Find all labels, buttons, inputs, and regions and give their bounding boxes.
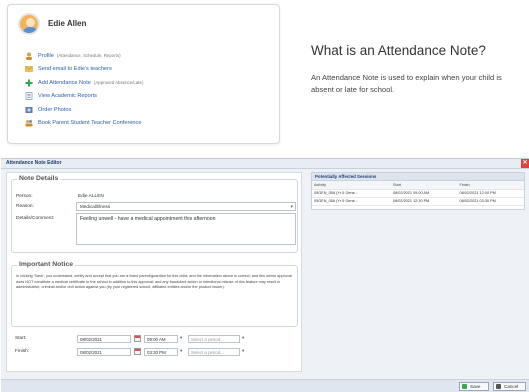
comment-label: Details/Comment:	[16, 216, 55, 221]
profile-menu: Profile (Attendance, Schedule, Reports) …	[25, 49, 275, 130]
student-profile-card: Edie Allen Profile (Attendance, Schedule…	[7, 4, 280, 144]
affected-sessions-panel: Potentially Affected Sessions Activity S…	[311, 172, 525, 210]
table-row[interactable]: 05GEN_05A (Yr 5 Gene... 08/02/2021 12:30…	[312, 197, 524, 206]
finish-label: Finish:	[15, 349, 30, 354]
table-cell: 08/02/2021 09:00 AM	[391, 189, 458, 198]
table-row[interactable]: 05GEN_05A (Yr 5 Gene... 08/02/2021 09:00…	[312, 189, 524, 198]
finish-date-input[interactable]: 08/02/2021	[77, 348, 131, 356]
info-title: What is an Attendance Note?	[311, 43, 486, 58]
attendance-note-editor: Attendance Note Editor ✕ Note Details Pe…	[1, 158, 529, 392]
start-period-select[interactable]: Select a period...	[188, 335, 240, 343]
finish-time-value: 03:30 PM	[147, 350, 166, 355]
menu-item-label: Book Parent Student Teacher Conference	[38, 120, 142, 126]
cancel-icon	[496, 384, 501, 389]
table-cell: 05GEN_05A (Yr 5 Gene...	[312, 189, 392, 198]
notice-text: In clicking 'Save', you understand, cert…	[16, 274, 292, 289]
editor-title: Attendance Note Editor	[6, 160, 62, 166]
menu-item-book-conference[interactable]: Book Parent Student Teacher Conference	[25, 117, 275, 130]
editor-form: Note Details Person: Edie ALLEN Reason: …	[6, 172, 302, 372]
menu-item-profile[interactable]: Profile (Attendance, Schedule, Reports)	[25, 49, 275, 62]
save-icon	[462, 384, 467, 389]
start-date-value: 08/02/2021	[80, 337, 102, 342]
note-details-legend: Note Details	[17, 175, 61, 182]
editor-titlebar: Attendance Note Editor ✕	[1, 159, 529, 169]
menu-item-label: Order Photos	[38, 106, 72, 113]
comment-value: Feeling unwell - have a medical appointm…	[80, 216, 216, 222]
menu-item-send-email[interactable]: Send email to Edie's teachers	[25, 63, 275, 76]
cancel-button[interactable]: Cancel	[493, 382, 526, 391]
save-label: Save	[470, 384, 481, 389]
start-label: Start:	[15, 336, 27, 341]
comment-textarea[interactable]: Feeling unwell - have a medical appointm…	[76, 213, 296, 245]
reports-icon	[25, 92, 33, 100]
start-time-input[interactable]: 09:00 AM	[144, 335, 178, 343]
start-time-value: 09:00 AM	[147, 337, 166, 342]
reason-select[interactable]: Medical/Illness ▾	[76, 202, 296, 211]
photos-icon	[25, 106, 33, 114]
calendar-icon[interactable]	[134, 335, 141, 342]
person-label: Person:	[16, 194, 33, 199]
finish-period-select[interactable]: Select a period...	[188, 348, 240, 356]
start-period-placeholder: Select a period...	[191, 337, 224, 342]
chevron-down-icon: ▾	[290, 204, 293, 210]
plus-icon	[25, 79, 33, 87]
info-text: An Attendance Note is used to explain wh…	[311, 73, 502, 94]
profile-icon	[25, 52, 33, 60]
menu-item-note: (Approved Absence/Late)	[93, 80, 144, 85]
reason-value: Medical/Illness	[80, 204, 111, 209]
menu-item-label: Profile	[38, 52, 54, 59]
chevron-down-icon[interactable]: ▾	[242, 348, 244, 354]
table-cell: 08/02/2021 12:30 PM	[391, 197, 458, 206]
menu-item-label: Add Attendance Note	[38, 79, 91, 86]
reason-label: Reason:	[16, 204, 34, 209]
email-icon	[25, 65, 33, 73]
important-notice-fieldset: Important Notice In clicking 'Save', you…	[11, 261, 298, 327]
calendar-icon[interactable]	[134, 348, 141, 355]
table-cell: 08/02/2021 12:00 PM	[457, 189, 524, 198]
student-name: Edie Allen	[48, 19, 87, 28]
sessions-table: Activity Start Finish 05GEN_05A (Yr 5 Ge…	[312, 181, 524, 206]
menu-item-add-attendance-note[interactable]: Add Attendance Note (Approved Absence/La…	[25, 76, 275, 89]
table-header-row: Activity Start Finish	[312, 181, 524, 190]
finish-time-input[interactable]: 03:30 PM	[144, 348, 178, 356]
editor-footer: Save Cancel	[1, 379, 529, 392]
menu-item-academic-reports[interactable]: View Academic Reports	[25, 90, 275, 103]
note-details-fieldset: Note Details Person: Edie ALLEN Reason: …	[11, 175, 298, 253]
cancel-label: Cancel	[504, 384, 519, 389]
save-button[interactable]: Save	[459, 382, 489, 391]
chevron-down-icon[interactable]: ▾	[242, 335, 244, 341]
menu-item-label: Send email to Edie's teachers	[38, 66, 112, 72]
menu-item-note: (Attendance, Schedule, Reports)	[56, 53, 121, 58]
column-header: Finish	[457, 181, 524, 190]
column-header: Start	[391, 181, 458, 190]
column-header: Activity	[312, 181, 392, 190]
close-icon[interactable]: ✕	[521, 159, 529, 168]
chevron-down-icon[interactable]: ▾	[180, 335, 182, 341]
person-value: Edie ALLEN	[78, 194, 104, 199]
table-cell: 05GEN_05A (Yr 5 Gene...	[312, 197, 392, 206]
sessions-title: Potentially Affected Sessions	[312, 173, 524, 181]
start-date-input[interactable]: 08/02/2021	[77, 335, 131, 343]
avatar	[18, 13, 40, 35]
important-notice-legend: Important Notice	[17, 261, 76, 268]
table-cell: 08/02/2021 03:30 PM	[457, 197, 524, 206]
menu-item-label: View Academic Reports	[38, 93, 97, 99]
finish-period-placeholder: Select a period...	[191, 350, 224, 355]
chevron-down-icon[interactable]: ▾	[180, 348, 182, 354]
menu-item-order-photos[interactable]: Order Photos	[25, 103, 275, 116]
conference-icon	[25, 119, 33, 127]
finish-date-value: 08/02/2021	[80, 350, 102, 355]
